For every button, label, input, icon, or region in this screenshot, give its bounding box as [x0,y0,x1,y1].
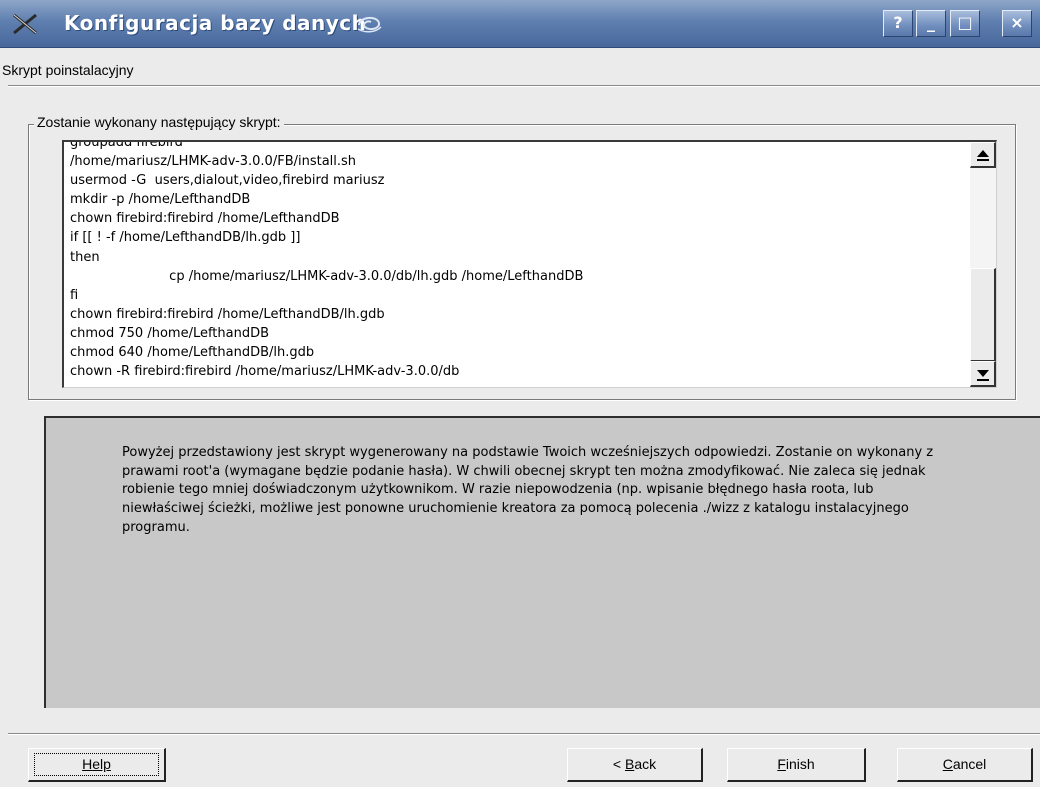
help-title-button[interactable]: ? [883,10,913,37]
script-lines[interactable]: groupadd firebird/home/mariusz/LHMK-adv-… [70,142,583,381]
back-button[interactable]: < Back [567,748,703,782]
script-line[interactable]: if [[ ! -f /home/LefthandDB/lh.gdb ]] [70,228,583,247]
maximize-button[interactable]: □ [950,10,980,37]
page-title: Skrypt poinstalacyjny [2,62,134,78]
page-header: Skrypt poinstalacyjny [0,48,1040,88]
info-text: Powyżej przedstawiony jest skrypt wygene… [122,445,934,535]
title-bar[interactable]: Konfiguracja bazy danych ? _ □ × [0,0,1040,48]
arrow-down-icon [977,370,989,377]
info-panel: Powyżej przedstawiony jest skrypt wygene… [44,416,1040,708]
scroll-up-button[interactable] [970,142,996,168]
swirl-icon [357,17,382,33]
script-line[interactable]: cp /home/mariusz/LHMK-adv-3.0.0/db/lh.gd… [70,267,583,286]
script-line[interactable]: fi [70,286,583,305]
footer-divider [8,733,1040,735]
finish-button-label: Finish [777,756,815,772]
script-line[interactable]: chown firebird:firebird /home/LefthandDB… [70,305,583,324]
script-line[interactable]: chmod 750 /home/LefthandDB [70,324,583,343]
x-icon [13,13,37,35]
header-divider [8,85,1040,87]
arrow-up-icon [977,150,989,157]
script-line[interactable]: usermod -G users,dialout,video,firebird … [70,171,583,190]
window-title: Konfiguracja bazy danych [64,11,367,35]
cancel-button-label: Cancel [942,756,987,772]
cancel-button[interactable]: Cancel [897,748,1033,782]
help-button[interactable]: Help [28,748,166,782]
script-line[interactable]: groupadd firebird [70,142,583,152]
minimize-button[interactable]: _ [916,10,946,37]
script-textarea[interactable]: groupadd firebird/home/mariusz/LHMK-adv-… [62,140,997,388]
arrow-down-bar [977,379,989,381]
script-line[interactable]: mkdir -p /home/LefthandDB [70,190,583,209]
finish-button[interactable]: Finish [727,748,866,782]
help-button-label: Help [82,756,111,772]
back-button-label: < Back [612,756,657,772]
scroll-thumb[interactable] [970,268,996,362]
scroll-down-button[interactable] [970,361,996,387]
scroll-track[interactable] [970,168,996,268]
script-line[interactable]: chmod 640 /home/LefthandDB/lh.gdb [70,343,583,362]
vertical-scrollbar[interactable] [970,142,996,387]
script-line[interactable]: then [70,248,583,267]
script-line[interactable]: chown -R firebird:firebird /home/mariusz… [70,362,583,381]
close-button[interactable]: × [1002,10,1032,37]
script-line[interactable]: /home/mariusz/LHMK-adv-3.0.0/FB/install.… [70,152,583,171]
dialog-window: Konfiguracja bazy danych ? _ □ × Skrypt … [0,0,1040,787]
script-group-label: Zostanie wykonany następujący skrypt: [34,114,284,130]
arrow-up-bar [977,159,989,161]
script-line[interactable]: chown firebird:firebird /home/LefthandDB [70,209,583,228]
